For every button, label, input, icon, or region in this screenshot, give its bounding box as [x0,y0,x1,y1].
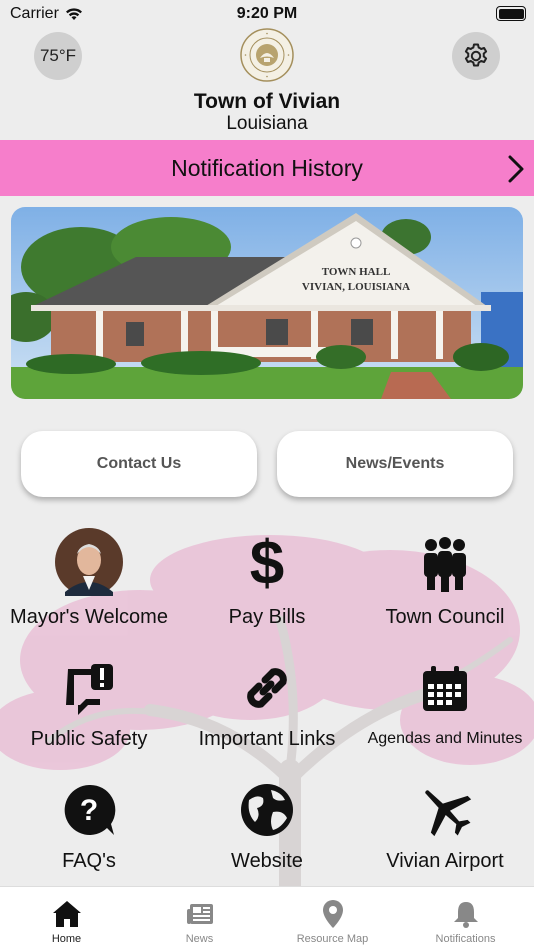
alert-message-icon [59,658,119,718]
news-events-button[interactable]: News/Events [277,431,513,497]
svg-text:$: $ [250,532,284,592]
calendar-icon [415,660,475,720]
town-name-title: Town of Vivian [193,90,341,113]
agendas-minutes-label: Agendas and Minutes [367,730,523,747]
mayors-welcome-label: Mayor's Welcome [10,606,168,628]
town-council-tile[interactable]: Town Council [356,528,534,632]
link-icon [237,658,297,718]
faqs-label: FAQ's [62,850,116,872]
status-time: 9:20 PM [236,5,298,22]
bell-icon [453,902,478,928]
globe-icon [237,780,297,840]
tab-notifications[interactable]: Notifications [399,887,532,950]
notification-history-banner[interactable]: Notification History [0,140,534,196]
pay-bills-tile[interactable]: $ Pay Bills [178,528,356,632]
vivian-airport-tile[interactable]: Vivian Airport [356,780,534,876]
photo-sign-line1: TOWN HALL [322,266,391,278]
chevron-right-icon [508,155,524,183]
tab-resource-map-label: Resource Map [296,933,369,945]
tab-home-label: Home [51,933,82,945]
photo-sign-line2: VIVIAN, LOUISIANA [302,281,410,293]
contact-us-button[interactable]: Contact Us [21,431,257,497]
group-people-icon [415,534,475,594]
public-safety-tile[interactable]: Public Safety [0,658,178,754]
pay-bills-label: Pay Bills [228,606,306,628]
important-links-tile[interactable]: Important Links [178,658,356,754]
bottom-tab-bar: Home News Resource Map Notifications [0,886,534,950]
website-tile[interactable]: Website [178,780,356,876]
map-pin-icon [322,900,343,928]
home-icon [52,901,81,927]
agendas-minutes-tile[interactable]: Agendas and Minutes [356,658,534,754]
newspaper-icon [186,904,213,924]
state-name-subtitle: Louisiana [226,113,308,134]
tab-resource-map[interactable]: Resource Map [266,887,399,950]
question-bubble-icon: ? [59,780,119,840]
tab-news-label: News [185,933,214,945]
public-safety-label: Public Safety [30,728,148,750]
important-links-label: Important Links [198,728,336,750]
vivian-airport-label: Vivian Airport [386,850,504,872]
tab-news[interactable]: News [133,887,266,950]
tab-notifications-label: Notifications [435,933,496,945]
town-hall-photo: TOWN HALL VIVIAN, LOUISIANA [11,207,523,399]
settings-button[interactable] [452,32,500,80]
temperature-badge[interactable]: 75°F [34,32,82,80]
website-label: Website [231,850,303,872]
town-seal-logo [240,28,294,82]
tab-home[interactable]: Home [0,887,133,950]
gear-icon [464,43,488,67]
dollar-icon: $ [237,532,297,592]
status-bar: Carrier 9:20 PM [0,0,534,28]
faqs-tile[interactable]: ? FAQ's [0,780,178,876]
airplane-icon [415,780,475,840]
svg-text:?: ? [80,794,98,827]
notification-history-label: Notification History [171,154,363,181]
mayor-avatar [55,528,123,596]
battery-icon [496,6,526,21]
mayors-welcome-tile[interactable]: Mayor's Welcome [0,528,178,632]
town-council-label: Town Council [385,606,505,628]
